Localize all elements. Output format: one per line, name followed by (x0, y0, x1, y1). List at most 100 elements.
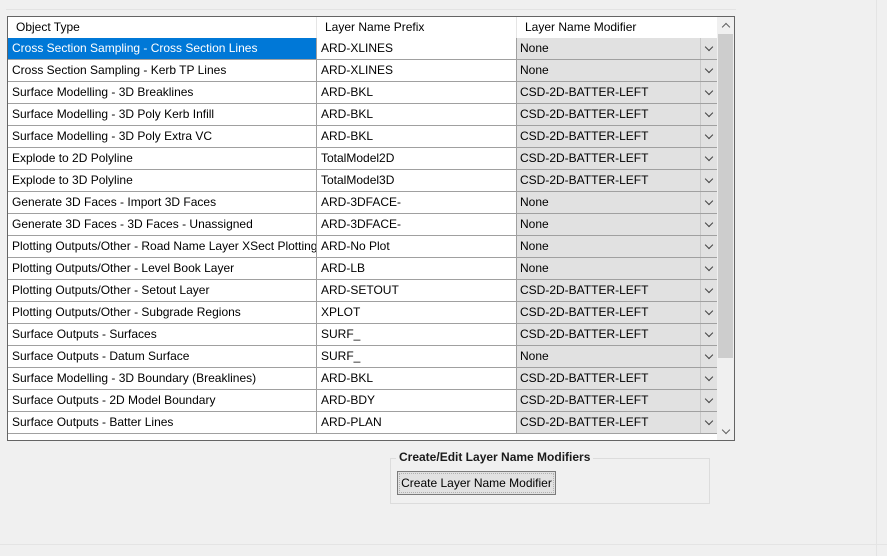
table-row[interactable]: Plotting Outputs/Other - Road Name Layer… (8, 236, 718, 258)
object-type-cell[interactable]: Explode to 2D Polyline (8, 148, 317, 170)
object-type-cell[interactable]: Cross Section Sampling - Cross Section L… (8, 38, 317, 60)
object-type-cell[interactable]: Generate 3D Faces - 3D Faces - Unassigne… (8, 214, 317, 236)
table-row[interactable]: Surface Outputs - 2D Model Boundary ARD-B… (8, 390, 718, 412)
layer-name-modifier-dropdown[interactable]: CSD-2D-BATTER-LEFT (517, 82, 718, 104)
layer-name-modifier-dropdown[interactable]: None (517, 192, 718, 214)
dropdown-button[interactable] (700, 280, 717, 301)
layer-name-prefix-cell[interactable]: SURF_ (317, 324, 517, 346)
dropdown-button[interactable] (700, 390, 717, 411)
layer-name-prefix-cell[interactable]: ARD-3DFACE- (317, 214, 517, 236)
dropdown-button[interactable] (700, 258, 717, 279)
dropdown-button[interactable] (700, 236, 717, 257)
layer-name-prefix-cell[interactable]: ARD-BKL (317, 104, 517, 126)
table-row[interactable]: Generate 3D Faces - 3D Faces - Unassigne… (8, 214, 718, 236)
scroll-up-arrow-icon[interactable] (717, 17, 734, 34)
dropdown-button[interactable] (700, 104, 717, 125)
layer-name-modifier-dropdown[interactable]: CSD-2D-BATTER-LEFT (517, 368, 718, 390)
table-row[interactable]: Explode to 2D Polyline TotalModel2D CSD-2D… (8, 148, 718, 170)
object-type-cell[interactable]: Surface Outputs - Surfaces (8, 324, 317, 346)
layer-name-modifier-dropdown[interactable]: None (517, 214, 718, 236)
table-row[interactable]: Plotting Outputs/Other - Level Book Laye… (8, 258, 718, 280)
object-type-cell[interactable]: Explode to 3D Polyline (8, 170, 317, 192)
layer-name-prefix-cell[interactable]: ARD-BKL (317, 82, 517, 104)
table-row[interactable]: Cross Section Sampling - Cross Section L… (8, 38, 718, 60)
table-row[interactable]: Surface Outputs - Surfaces SURF_ CSD-2D-BA… (8, 324, 718, 346)
scroll-thumb[interactable] (718, 34, 733, 358)
column-header-object-type[interactable]: Object Type (8, 17, 317, 38)
layer-name-prefix-cell[interactable]: TotalModel2D (317, 148, 517, 170)
layer-name-prefix-cell[interactable]: ARD-BDY (317, 390, 517, 412)
object-type-cell[interactable]: Surface Outputs - 2D Model Boundary (8, 390, 317, 412)
table-row[interactable]: Cross Section Sampling - Kerb TP Lines AR… (8, 60, 718, 82)
object-type-cell[interactable]: Surface Modelling - 3D Boundary (Breakli… (8, 368, 317, 390)
dropdown-button[interactable] (700, 302, 717, 323)
layer-name-modifier-dropdown[interactable]: CSD-2D-BATTER-LEFT (517, 412, 718, 434)
object-type-cell[interactable]: Surface Modelling - 3D Poly Extra VC (8, 126, 317, 148)
layer-name-modifier-dropdown[interactable]: CSD-2D-BATTER-LEFT (517, 280, 718, 302)
layer-name-prefix-cell[interactable]: ARD-XLINES (317, 38, 517, 60)
dropdown-button[interactable] (700, 214, 717, 235)
layer-name-prefix-cell[interactable]: ARD-PLAN (317, 412, 517, 434)
layer-name-modifier-dropdown[interactable]: None (517, 38, 718, 60)
object-type-cell[interactable]: Plotting Outputs/Other - Level Book Laye… (8, 258, 317, 280)
object-type-cell[interactable]: Surface Outputs - Datum Surface (8, 346, 317, 368)
chevron-down-icon (704, 416, 714, 426)
layer-name-modifier-dropdown[interactable]: CSD-2D-BATTER-LEFT (517, 324, 718, 346)
table-row[interactable]: Plotting Outputs/Other - Subgrade Region… (8, 302, 718, 324)
layer-name-prefix-cell[interactable]: ARD-XLINES (317, 60, 517, 82)
object-type-cell[interactable]: Cross Section Sampling - Kerb TP Lines (8, 60, 317, 82)
dropdown-button[interactable] (700, 60, 717, 81)
table-row[interactable]: Surface Modelling - 3D Boundary (Breakli… (8, 368, 718, 390)
layer-grid[interactable]: Object Type Layer Name Prefix Layer Name… (7, 16, 735, 441)
dropdown-button[interactable] (700, 38, 717, 59)
dropdown-button[interactable] (700, 412, 717, 433)
layer-name-prefix-cell[interactable]: ARD-BKL (317, 126, 517, 148)
layer-name-modifier-dropdown[interactable]: None (517, 258, 718, 280)
table-row[interactable]: Surface Modelling - 3D Breaklines ARD-BKL… (8, 82, 718, 104)
dropdown-button[interactable] (700, 346, 717, 367)
layer-name-prefix-cell[interactable]: ARD-BKL (317, 368, 517, 390)
layer-name-prefix-cell[interactable]: ARD-No Plot (317, 236, 517, 258)
column-header-layer-name-prefix[interactable]: Layer Name Prefix (317, 17, 517, 38)
layer-name-prefix-cell[interactable]: ARD-LB (317, 258, 517, 280)
layer-name-prefix-cell[interactable]: TotalModel3D (317, 170, 517, 192)
create-layer-name-modifier-button[interactable]: Create Layer Name Modifier (397, 471, 556, 495)
vertical-scrollbar[interactable] (717, 17, 734, 440)
object-type-cell[interactable]: Surface Modelling - 3D Poly Kerb Infill (8, 104, 317, 126)
object-type-cell[interactable]: Surface Modelling - 3D Breaklines (8, 82, 317, 104)
layer-name-modifier-dropdown[interactable]: CSD-2D-BATTER-LEFT (517, 126, 718, 148)
dropdown-button[interactable] (700, 148, 717, 169)
column-header-layer-name-modifier[interactable]: Layer Name Modifier (517, 17, 718, 38)
layer-name-prefix-cell[interactable]: ARD-3DFACE- (317, 192, 517, 214)
dropdown-button[interactable] (700, 170, 717, 191)
layer-name-modifier-dropdown[interactable]: None (517, 60, 718, 82)
table-row[interactable]: Generate 3D Faces - Import 3D Faces ARD-3… (8, 192, 718, 214)
scroll-down-arrow-icon[interactable] (717, 423, 734, 440)
layer-name-modifier-dropdown[interactable]: None (517, 236, 718, 258)
layer-name-modifier-dropdown[interactable]: CSD-2D-BATTER-LEFT (517, 104, 718, 126)
object-type-cell[interactable]: Plotting Outputs/Other - Road Name Layer… (8, 236, 317, 258)
layer-name-modifier-dropdown[interactable]: CSD-2D-BATTER-LEFT (517, 148, 718, 170)
table-row[interactable]: Explode to 3D Polyline TotalModel3D CSD-2D… (8, 170, 718, 192)
dropdown-button[interactable] (700, 368, 717, 389)
table-row[interactable]: Surface Outputs - Batter Lines ARD-PLAN CS… (8, 412, 718, 434)
object-type-cell[interactable]: Surface Outputs - Batter Lines (8, 412, 317, 434)
layer-name-prefix-cell[interactable]: SURF_ (317, 346, 517, 368)
table-row[interactable]: Surface Modelling - 3D Poly Extra VC ARD-… (8, 126, 718, 148)
layer-name-modifier-dropdown[interactable]: None (517, 346, 718, 368)
object-type-cell[interactable]: Plotting Outputs/Other - Setout Layer (8, 280, 317, 302)
dropdown-button[interactable] (700, 126, 717, 147)
object-type-cell[interactable]: Generate 3D Faces - Import 3D Faces (8, 192, 317, 214)
layer-name-modifier-dropdown[interactable]: CSD-2D-BATTER-LEFT (517, 302, 718, 324)
layer-name-prefix-cell[interactable]: XPLOT (317, 302, 517, 324)
dropdown-button[interactable] (700, 324, 717, 345)
dropdown-button[interactable] (700, 192, 717, 213)
table-row[interactable]: Surface Modelling - 3D Poly Kerb Infill A… (8, 104, 718, 126)
dropdown-button[interactable] (700, 82, 717, 103)
table-row[interactable]: Surface Outputs - Datum Surface SURF_ None (8, 346, 718, 368)
layer-name-prefix-cell[interactable]: ARD-SETOUT (317, 280, 517, 302)
object-type-cell[interactable]: Plotting Outputs/Other - Subgrade Region… (8, 302, 317, 324)
table-row[interactable]: Plotting Outputs/Other - Setout Layer ARD… (8, 280, 718, 302)
layer-name-modifier-dropdown[interactable]: CSD-2D-BATTER-LEFT (517, 170, 718, 192)
layer-name-modifier-dropdown[interactable]: CSD-2D-BATTER-LEFT (517, 390, 718, 412)
